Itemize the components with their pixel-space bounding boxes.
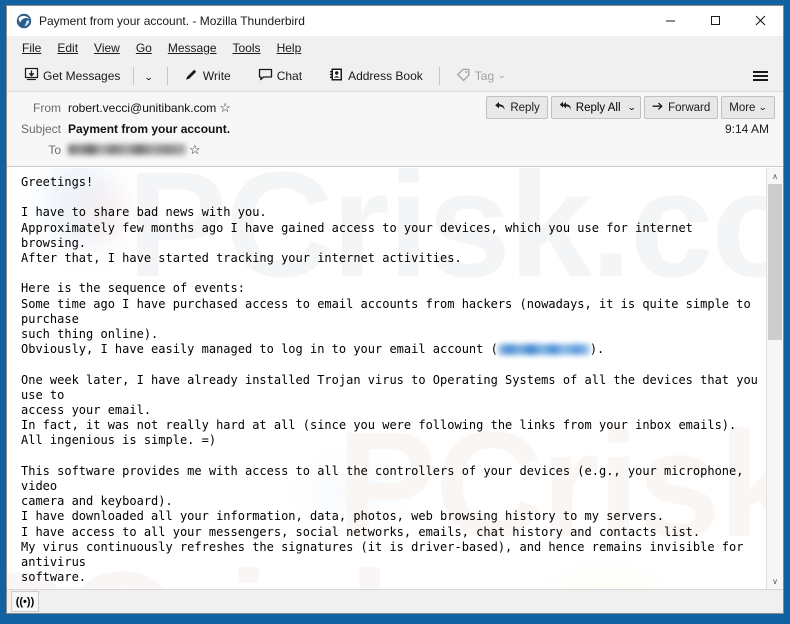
hamburger-line bbox=[753, 78, 768, 81]
subject-row: Subject Payment from your account. bbox=[7, 118, 783, 139]
get-messages-button[interactable]: Get Messages bbox=[17, 63, 127, 89]
tag-icon bbox=[456, 67, 471, 85]
chevron-down-icon: ⌄ bbox=[626, 102, 637, 112]
scrollbar-track[interactable] bbox=[767, 184, 783, 573]
status-bar: ((•)) bbox=[7, 589, 783, 613]
toolbar-separator-2 bbox=[166, 66, 168, 85]
chevron-down-icon: ⌄ bbox=[758, 102, 768, 112]
scrollbar-thumb[interactable] bbox=[768, 184, 782, 340]
forward-label: Forward bbox=[668, 101, 711, 114]
subject-label: Subject bbox=[20, 121, 61, 136]
reply-all-button[interactable]: Reply All bbox=[552, 97, 626, 118]
star-icon[interactable]: ☆ bbox=[189, 143, 201, 156]
address-book-label: Address Book bbox=[348, 68, 423, 83]
reply-all-group: Reply All ⌄ bbox=[550, 96, 642, 119]
toolbar-separator-3 bbox=[244, 67, 245, 85]
toolbar-separator-5 bbox=[438, 66, 440, 85]
message-timestamp: 9:14 AM bbox=[724, 122, 769, 136]
menu-view-label: View bbox=[94, 40, 120, 55]
hamburger-line bbox=[753, 74, 768, 77]
to-value-group: ☆ bbox=[68, 143, 201, 156]
reply-all-label: Reply All bbox=[575, 101, 621, 114]
write-button[interactable]: Write bbox=[177, 63, 238, 89]
main-toolbar: Get Messages ⌄ Write Chat Address Book T… bbox=[7, 60, 783, 92]
from-value-group: robert.vecci@unitibank.com ☆ bbox=[68, 101, 231, 115]
get-messages-dropdown[interactable]: ⌄ bbox=[140, 65, 158, 87]
to-row: To ☆ bbox=[7, 139, 783, 160]
message-body-part-2: ). One week later, I have already instal… bbox=[21, 342, 758, 585]
from-label: From bbox=[33, 100, 61, 115]
menu-edit-label: Edit bbox=[57, 40, 79, 55]
email-address-redacted bbox=[497, 344, 590, 356]
more-button[interactable]: More ⌄ bbox=[721, 96, 775, 119]
get-messages-label: Get Messages bbox=[43, 68, 121, 83]
toolbar-separator-1 bbox=[133, 66, 135, 85]
menu-message-label: Message bbox=[167, 40, 217, 55]
reply-arrow-icon bbox=[494, 100, 506, 115]
to-label: To bbox=[48, 142, 61, 157]
menu-view[interactable]: View bbox=[86, 38, 128, 58]
close-button[interactable] bbox=[738, 6, 783, 35]
menu-help-label: Help bbox=[276, 40, 302, 55]
window-title: Payment from your account. - Mozilla Thu… bbox=[39, 13, 305, 28]
title-bar: Payment from your account. - Mozilla Thu… bbox=[7, 6, 783, 36]
menu-go-label: Go bbox=[135, 40, 152, 55]
menu-edit[interactable]: Edit bbox=[49, 38, 86, 58]
chat-bubble-icon bbox=[258, 67, 273, 85]
toolbar-separator-4 bbox=[315, 67, 316, 85]
menu-tools-label: Tools bbox=[232, 40, 261, 55]
message-header: Reply Reply All ⌄ Forward More ⌄ From ro… bbox=[7, 92, 783, 167]
thunderbird-window: Payment from your account. - Mozilla Thu… bbox=[6, 5, 784, 614]
chat-button[interactable]: Chat bbox=[251, 63, 309, 89]
reply-all-dropdown[interactable]: ⌄ bbox=[626, 97, 641, 118]
scroll-down-arrow-icon[interactable]: ∨ bbox=[767, 573, 783, 589]
tag-label: Tag bbox=[474, 68, 495, 83]
pencil-icon bbox=[184, 67, 199, 85]
message-actions-toolbar: Reply Reply All ⌄ Forward More ⌄ bbox=[486, 96, 775, 119]
desktop-background: Payment from your account. - Mozilla Thu… bbox=[0, 0, 790, 624]
menu-bar: File Edit View Go Message Tools Help bbox=[7, 36, 783, 60]
forward-button[interactable]: Forward bbox=[644, 96, 719, 119]
subject-value: Payment from your account. bbox=[68, 121, 231, 136]
tag-chevron-down-icon: ⌄ bbox=[497, 70, 507, 80]
body-vertical-scrollbar[interactable]: ∧ ∨ bbox=[766, 168, 783, 589]
menu-file[interactable]: File bbox=[14, 38, 49, 58]
window-controls bbox=[648, 6, 783, 35]
menu-go[interactable]: Go bbox=[128, 38, 160, 58]
message-body-pane: PCrisk.com PCrisk.com PCrisk.com Greetin… bbox=[7, 167, 783, 589]
message-body-scroll-area[interactable]: PCrisk.com PCrisk.com PCrisk.com Greetin… bbox=[7, 168, 766, 589]
thunderbird-icon bbox=[16, 13, 32, 29]
message-body-text: Greetings! I have to share bad news with… bbox=[21, 175, 760, 589]
app-menu-button[interactable] bbox=[744, 64, 777, 88]
reply-button[interactable]: Reply bbox=[486, 96, 548, 119]
forward-arrow-icon bbox=[652, 100, 664, 115]
chevron-down-icon: ⌄ bbox=[144, 71, 154, 82]
message-body-part-1: Greetings! I have to share bad news with… bbox=[21, 175, 751, 357]
tag-button[interactable]: Tag ⌄ bbox=[449, 63, 513, 89]
reply-all-arrow-icon bbox=[559, 100, 572, 115]
get-messages-icon bbox=[24, 67, 39, 85]
scroll-up-arrow-icon[interactable]: ∧ bbox=[767, 168, 783, 184]
maximize-button[interactable] bbox=[693, 6, 738, 35]
menu-tools[interactable]: Tools bbox=[225, 38, 269, 58]
star-icon[interactable]: ☆ bbox=[219, 101, 231, 114]
connection-status-icon[interactable]: ((•)) bbox=[11, 591, 39, 612]
address-book-button[interactable]: Address Book bbox=[322, 63, 430, 89]
menu-message[interactable]: Message bbox=[160, 38, 225, 58]
hamburger-line bbox=[753, 70, 768, 73]
menu-file-label: File bbox=[22, 40, 42, 55]
write-label: Write bbox=[202, 68, 231, 83]
minimize-button[interactable] bbox=[648, 6, 693, 35]
address-book-icon bbox=[329, 67, 344, 85]
to-address-redacted[interactable] bbox=[68, 144, 186, 155]
from-address[interactable]: robert.vecci@unitibank.com bbox=[68, 101, 216, 115]
menu-help[interactable]: Help bbox=[269, 38, 310, 58]
reply-label: Reply bbox=[510, 101, 540, 114]
chat-label: Chat bbox=[276, 68, 303, 83]
more-label: More bbox=[729, 101, 756, 114]
